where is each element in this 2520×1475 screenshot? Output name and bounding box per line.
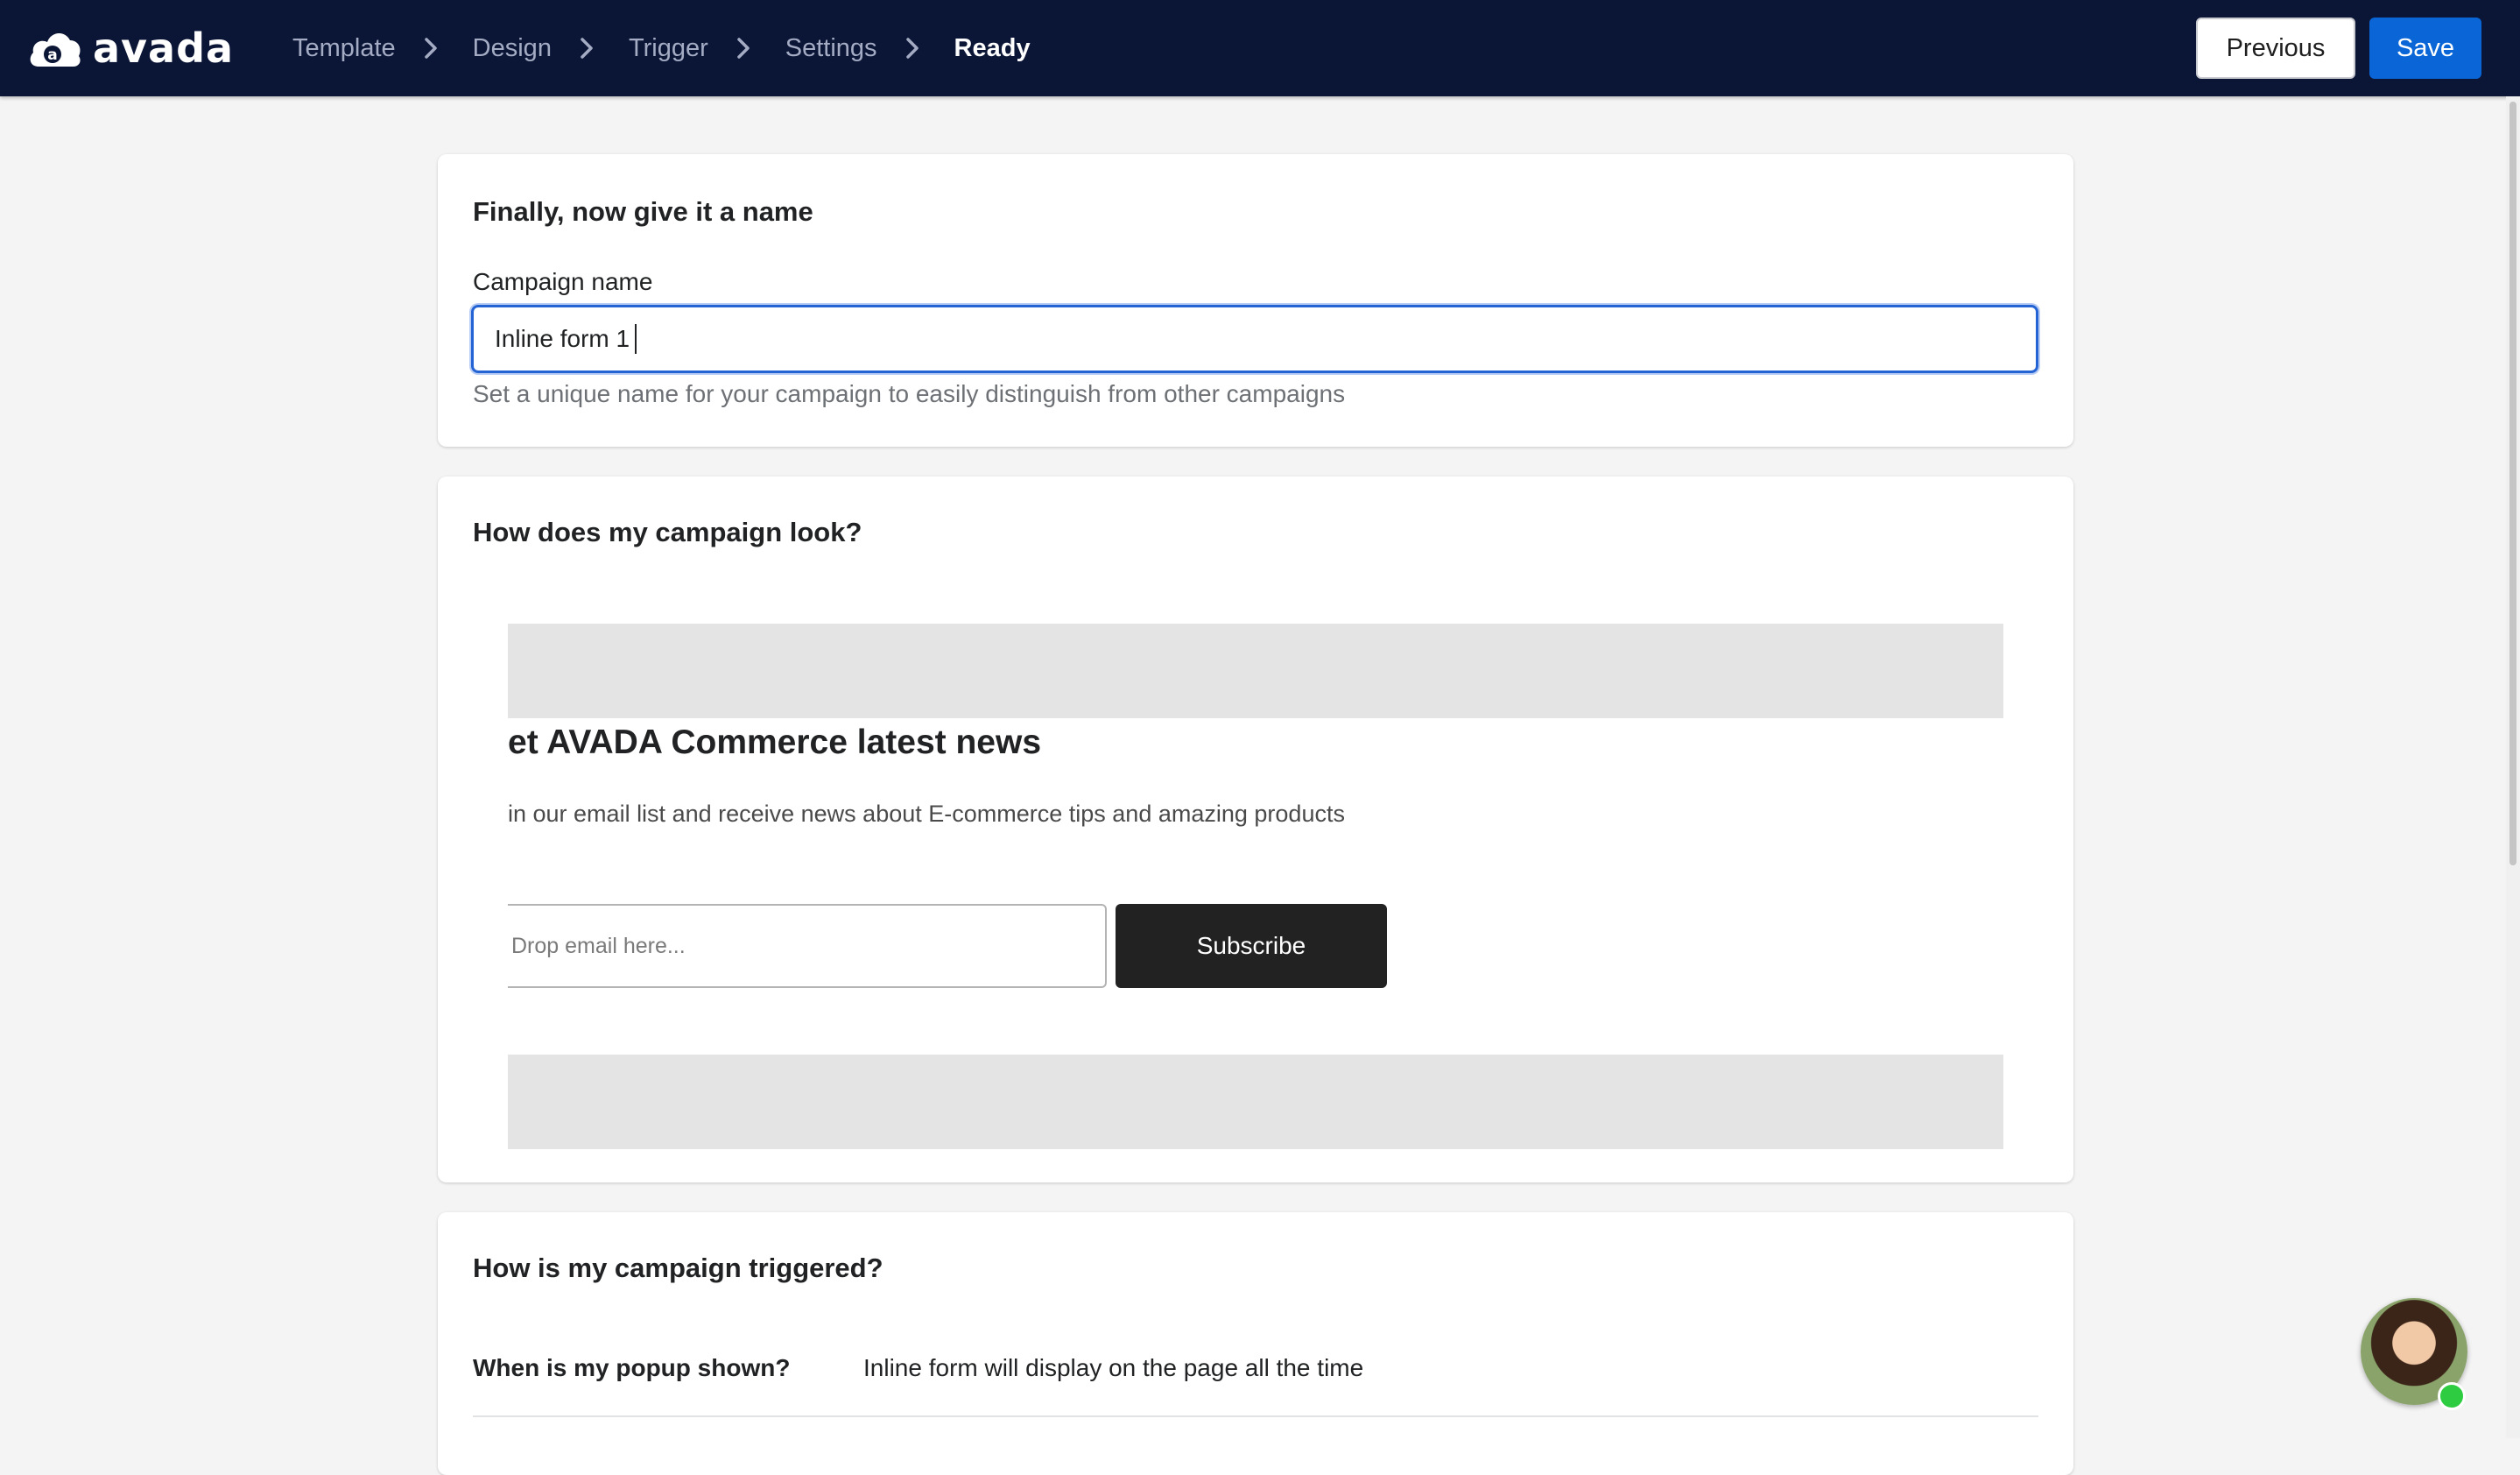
preview-email-input: Drop email here...	[508, 904, 1107, 988]
previous-button[interactable]: Previous	[2196, 18, 2355, 79]
campaign-trigger-card: How is my campaign triggered? When is my…	[438, 1212, 2073, 1475]
campaign-name-input[interactable]: Inline form 1	[471, 305, 2038, 373]
preview-subscribe-button: Subscribe	[1116, 904, 1387, 988]
chevron-right-icon	[581, 38, 593, 59]
trigger-row-label: When is my popup shown?	[473, 1354, 791, 1381]
campaign-name-label: Campaign name	[473, 268, 653, 295]
brand-logo[interactable]: a avada	[26, 23, 234, 74]
preview-form-subtitle: in our email list and receive news about…	[508, 801, 1345, 827]
step-trigger[interactable]: Trigger	[629, 34, 708, 63]
trigger-card-title: How is my campaign triggered?	[473, 1253, 883, 1283]
campaign-name-value: Inline form 1	[495, 325, 630, 352]
campaign-name-help-text: Set a unique name for your campaign to e…	[473, 380, 1346, 407]
step-template[interactable]: Template	[292, 34, 396, 63]
step-ready[interactable]: Ready	[954, 34, 1031, 63]
name-card-title: Finally, now give it a name	[473, 196, 813, 227]
preview-form-title: et AVADA Commerce latest news	[508, 723, 1042, 761]
trigger-row-value: Inline form will display on the page all…	[863, 1354, 1364, 1381]
scrollbar-thumb[interactable]	[2509, 102, 2516, 865]
brand-name: avada	[93, 25, 235, 72]
chevron-right-icon	[424, 38, 437, 59]
preview-placeholder-bottom	[508, 1055, 2003, 1149]
text-caret	[635, 324, 637, 354]
step-breadcrumb: Template Design Trigger Settings Ready	[292, 0, 1031, 96]
cloud-logo-icon: a	[30, 32, 81, 67]
svg-text:a: a	[47, 46, 57, 64]
preview-placeholder-top	[508, 624, 2003, 718]
step-design[interactable]: Design	[473, 34, 552, 63]
online-status-dot	[2438, 1382, 2466, 1410]
trigger-row-divider	[473, 1415, 2038, 1417]
preview-card-title: How does my campaign look?	[473, 517, 862, 547]
step-settings[interactable]: Settings	[785, 34, 877, 63]
campaign-name-card: Finally, now give it a name Campaign nam…	[438, 154, 2073, 447]
chevron-right-icon	[736, 38, 750, 59]
top-navigation-bar: a avada Template Design Trigger Settings…	[0, 0, 2520, 96]
save-button[interactable]: Save	[2369, 18, 2481, 79]
chevron-right-icon	[905, 38, 919, 59]
campaign-preview-card: How does my campaign look? et AVADA Comm…	[438, 476, 2073, 1182]
